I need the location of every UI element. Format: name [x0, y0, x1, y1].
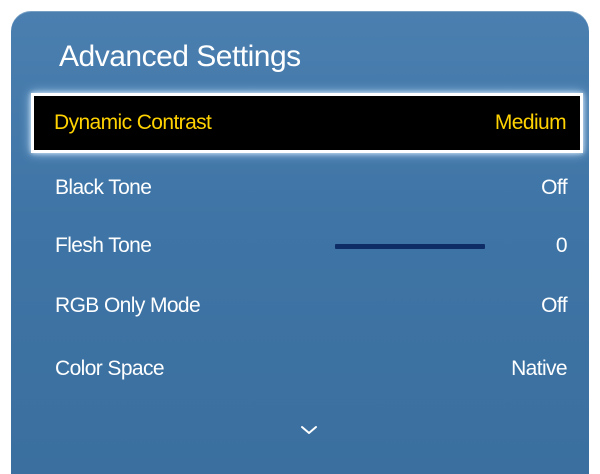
flesh-tone-slider[interactable]: [335, 244, 485, 249]
menu-item-color-space[interactable]: Color Space Native: [33, 340, 568, 398]
menu-item-label: RGB Only Mode: [55, 294, 201, 317]
menu-item-rgb-only-mode[interactable]: RGB Only Mode Off: [33, 277, 568, 335]
menu-item-label: Color Space: [55, 357, 165, 380]
menu-item-flesh-tone[interactable]: Flesh Tone 0: [33, 217, 568, 275]
menu-item-value: Native: [511, 357, 568, 380]
menu-item-value: Medium: [494, 111, 567, 134]
menu-item-value: 0: [555, 234, 568, 257]
advanced-settings-panel: Advanced Settings Dynamic Contrast Mediu…: [11, 11, 589, 474]
menu-item-value: Off: [541, 294, 567, 317]
menu-item-black-tone[interactable]: Black Tone Off: [33, 159, 568, 217]
menu-item-label: Dynamic Contrast: [54, 111, 212, 134]
chevron-down-icon[interactable]: [300, 423, 318, 437]
page-title: Advanced Settings: [59, 40, 301, 73]
menu-item-label: Flesh Tone: [55, 234, 152, 257]
menu-item-dynamic-contrast[interactable]: Dynamic Contrast Medium: [31, 93, 583, 153]
menu-item-label: Black Tone: [55, 176, 152, 199]
menu-item-value: Off: [541, 176, 567, 199]
